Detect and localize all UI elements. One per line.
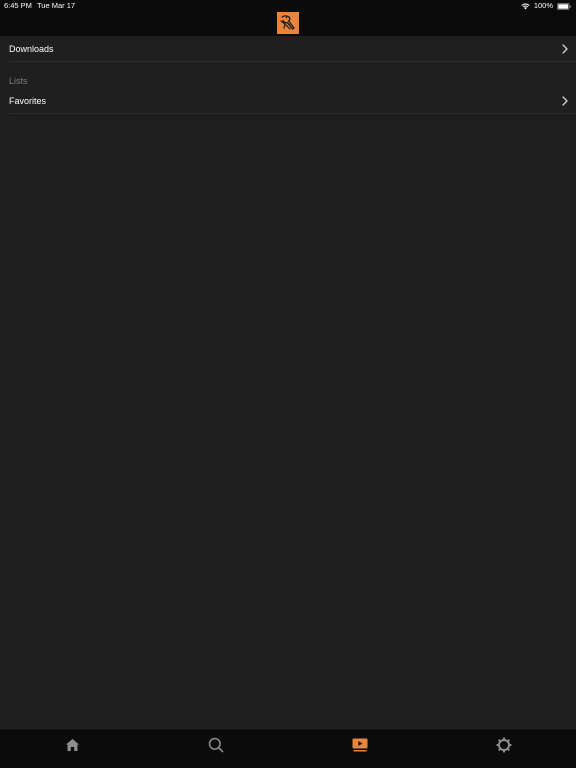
downloads-row[interactable]: Downloads xyxy=(0,36,576,62)
chevron-right-icon xyxy=(562,96,568,106)
row-divider xyxy=(9,113,576,114)
battery-icon xyxy=(557,2,571,10)
tab-search[interactable] xyxy=(206,735,226,755)
tab-settings[interactable] xyxy=(494,735,514,755)
wifi-icon xyxy=(521,3,530,9)
search-icon xyxy=(208,737,224,753)
library-icon xyxy=(352,738,368,752)
tab-home[interactable] xyxy=(62,735,82,755)
favorites-label: Favorites xyxy=(9,96,47,106)
lists-section-header: Lists xyxy=(9,76,28,86)
app-screen: 6:45 PM Tue Mar 17 100% Downloads Lists … xyxy=(0,0,576,768)
battery-percentage: 100% xyxy=(533,1,553,10)
library-list: Downloads Lists Favorites xyxy=(0,36,576,729)
downloads-label: Downloads xyxy=(9,44,54,54)
tab-library[interactable] xyxy=(350,735,370,755)
tab-bar xyxy=(0,729,576,768)
favorites-row[interactable]: Favorites xyxy=(0,88,576,114)
status-date: Tue Mar 17 xyxy=(37,1,76,10)
status-indicators: 100% xyxy=(521,0,571,12)
home-icon xyxy=(65,739,79,751)
settings-icon xyxy=(496,737,512,753)
chevron-right-icon xyxy=(562,44,568,54)
status-time: 6:45 PM xyxy=(4,1,32,10)
app-logo-icon xyxy=(277,12,299,34)
status-bar: 6:45 PM Tue Mar 17 100% xyxy=(0,0,576,12)
top-bar: 6:45 PM Tue Mar 17 100% xyxy=(0,0,576,36)
row-divider xyxy=(9,61,576,62)
